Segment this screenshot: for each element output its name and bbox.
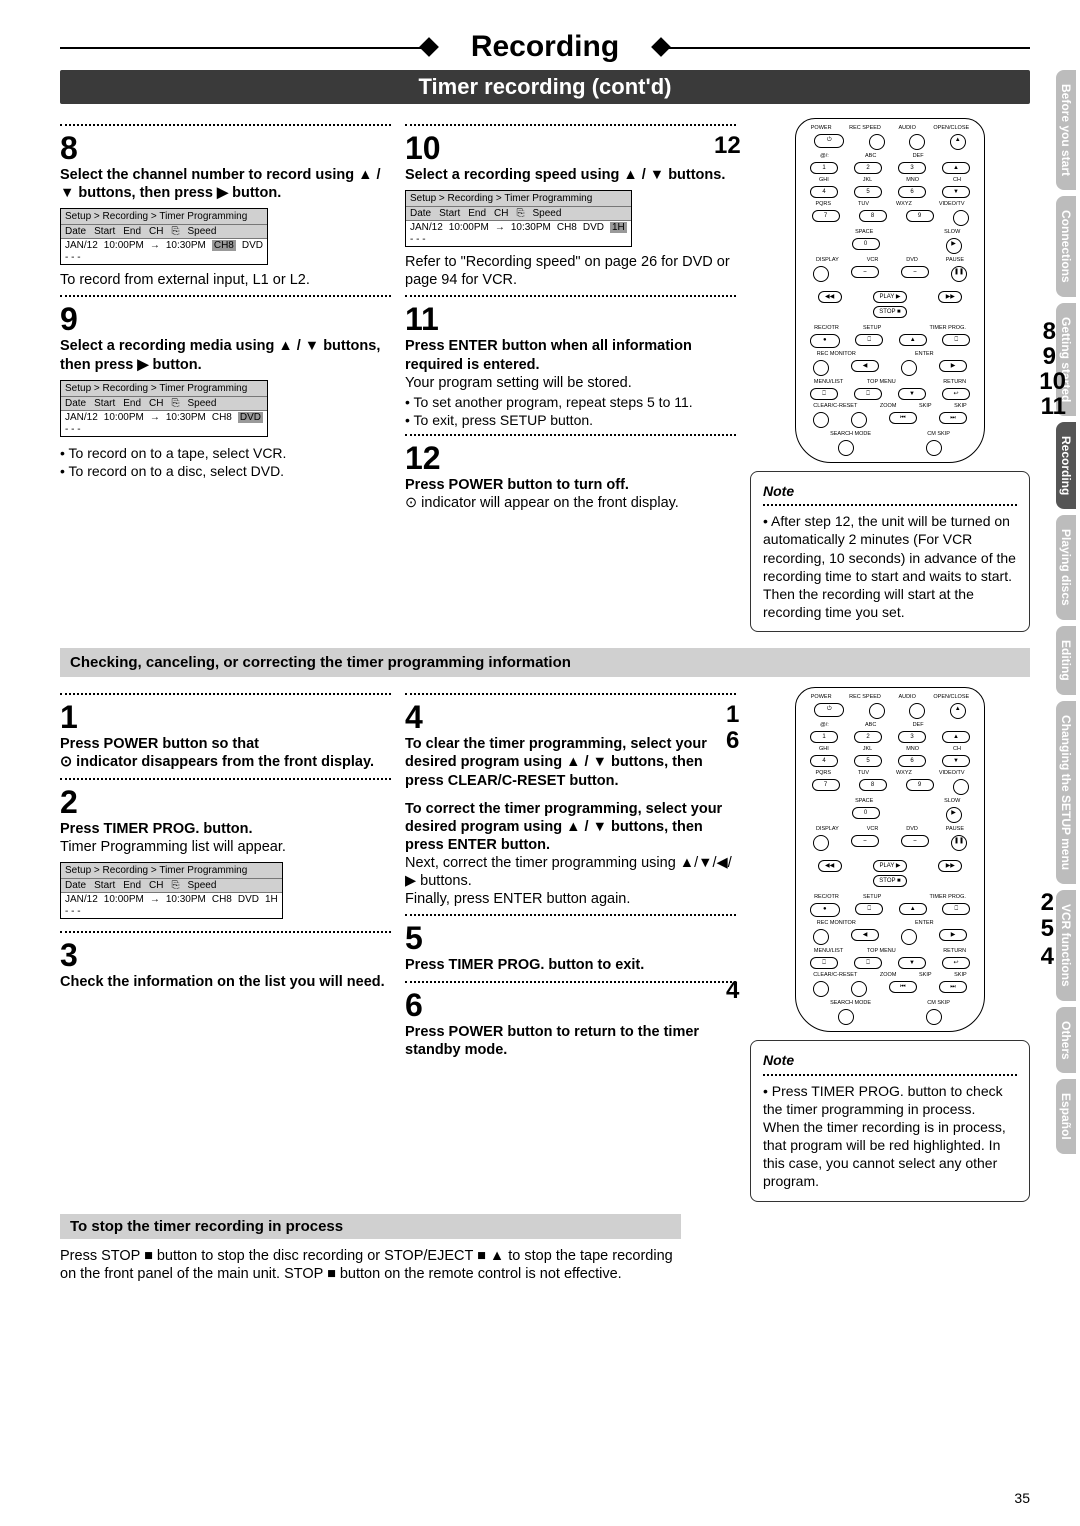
note-bottom-title: Note <box>763 1051 1017 1069</box>
menu-box-step9: Setup > Recording > Timer Programming Da… <box>60 380 268 437</box>
tab-setup-menu[interactable]: Changing the SETUP menu <box>1056 701 1076 884</box>
step-8-body: To record from external input, L1 or L2. <box>60 271 391 289</box>
menu-box-step8: Setup > Recording > Timer Programming Da… <box>60 208 268 265</box>
step-6-head: Press POWER button to return to the time… <box>405 1023 736 1059</box>
callout-11: 11 <box>1041 393 1066 421</box>
stop-title: To stop the timer recording in process <box>60 1214 681 1239</box>
callout-4-right: 4 <box>1041 943 1054 971</box>
remote-diagram-top: 12 8 9 10 11 POWERREC SPEEDAUDIOOPEN/CLO… <box>750 118 1030 463</box>
subtitle-bar: Timer recording (cont'd) <box>60 70 1030 104</box>
step-1-number: 1 <box>60 701 391 733</box>
tab-editing[interactable]: Editing <box>1056 626 1076 695</box>
tab-before-you-start[interactable]: Before you start <box>1056 70 1076 190</box>
step-3-head: Check the information on the list you wi… <box>60 973 391 991</box>
remote-illustration: POWERREC SPEEDAUDIOOPEN/CLOSE ⏻▲ @/:ABCD… <box>795 118 985 463</box>
step-1-body: ⊙ indicator disappears from the front di… <box>60 753 391 771</box>
step-4-head-1: To clear the timer programming, select y… <box>405 735 736 789</box>
note-top: Note • After step 12, the unit will be t… <box>750 471 1030 632</box>
remote-diagram-bottom: 1 6 2 5 4 4 POWERREC SPEEDAUDIOOPEN/CLOS… <box>750 687 1030 1032</box>
tab-recording[interactable]: Recording <box>1056 422 1076 509</box>
stop-body: Press STOP ■ button to stop the disc rec… <box>60 1247 681 1283</box>
step-9-bullet-1: • To record on to a tape, select VCR. <box>60 445 391 461</box>
step-5-number: 5 <box>405 922 736 954</box>
step-11-number: 11 <box>405 303 736 335</box>
page-number: 35 <box>1014 1490 1030 1506</box>
callout-9: 9 <box>1043 343 1056 371</box>
step-4-head-2: To correct the timer programming, select… <box>405 800 736 854</box>
callout-10: 10 <box>1039 368 1066 396</box>
side-tabs: Before you start Connections Getting sta… <box>1056 70 1080 1160</box>
callout-5: 5 <box>1041 915 1054 943</box>
step-2-head: Press TIMER PROG. button. <box>60 820 391 838</box>
tab-connections[interactable]: Connections <box>1056 196 1076 297</box>
tab-espanol[interactable]: Español <box>1056 1079 1076 1154</box>
note-bottom: Note • Press TIMER PROG. button to check… <box>750 1040 1030 1201</box>
remote-illustration-2: POWERREC SPEEDAUDIOOPEN/CLOSE ⏻▲ @/:ABCD… <box>795 687 985 1032</box>
step-11-bullet-2: • To exit, press SETUP button. <box>405 412 736 428</box>
step-2-number: 2 <box>60 786 391 818</box>
step-9-bullet-2: • To record on to a disc, select DVD. <box>60 463 391 479</box>
callout-6: 6 <box>726 727 739 755</box>
callout-1: 1 <box>726 701 739 729</box>
step-9-number: 9 <box>60 303 391 335</box>
tab-others[interactable]: Others <box>1056 1007 1076 1074</box>
step-11-head: Press ENTER button when all information … <box>405 337 736 373</box>
callout-2: 2 <box>1041 889 1054 917</box>
step-2-body: Timer Programming list will appear. <box>60 838 391 856</box>
note-top-title: Note <box>763 482 1017 500</box>
section-2-title: Checking, canceling, or correcting the t… <box>60 648 1030 677</box>
step-4-body: Next, correct the timer programming usin… <box>405 854 736 908</box>
step-3-number: 3 <box>60 939 391 971</box>
tab-playing-discs[interactable]: Playing discs <box>1056 515 1076 620</box>
step-6-number: 6 <box>405 989 736 1021</box>
step-5-head: Press TIMER PROG. button to exit. <box>405 956 736 974</box>
step-4-number: 4 <box>405 701 736 733</box>
page-title: Recording <box>471 30 619 64</box>
step-8-head: Select the channel number to record usin… <box>60 166 391 202</box>
note-top-body: • After step 12, the unit will be turned… <box>763 512 1017 621</box>
page-title-wrap: Recording <box>60 30 1030 64</box>
callout-4-left: 4 <box>726 977 739 1005</box>
step-10-body: Refer to "Recording speed" on page 26 fo… <box>405 253 736 289</box>
step-10-number: 10 <box>405 132 736 164</box>
callout-12: 12 <box>714 132 741 160</box>
step-1-head: Press POWER button so that <box>60 735 391 753</box>
step-12-number: 12 <box>405 442 736 474</box>
step-12-head: Press POWER button to turn off. <box>405 476 736 494</box>
note-bottom-body: • Press TIMER PROG. button to check the … <box>763 1082 1017 1191</box>
callout-8: 8 <box>1043 318 1056 346</box>
step-11-body: Your program setting will be stored. <box>405 374 736 392</box>
step-11-bullet-1: • To set another program, repeat steps 5… <box>405 394 736 410</box>
menu-box-step10: Setup > Recording > Timer Programming Da… <box>405 190 632 247</box>
menu-box-step2: Setup > Recording > Timer Programming Da… <box>60 862 283 919</box>
step-9-head: Select a recording media using ▲ / ▼ but… <box>60 337 391 373</box>
step-10-head: Select a recording speed using ▲ / ▼ but… <box>405 166 736 184</box>
step-12-body: ⊙ indicator will appear on the front dis… <box>405 494 736 512</box>
step-8-number: 8 <box>60 132 391 164</box>
tab-vcr-functions[interactable]: VCR functions <box>1056 890 1076 1001</box>
